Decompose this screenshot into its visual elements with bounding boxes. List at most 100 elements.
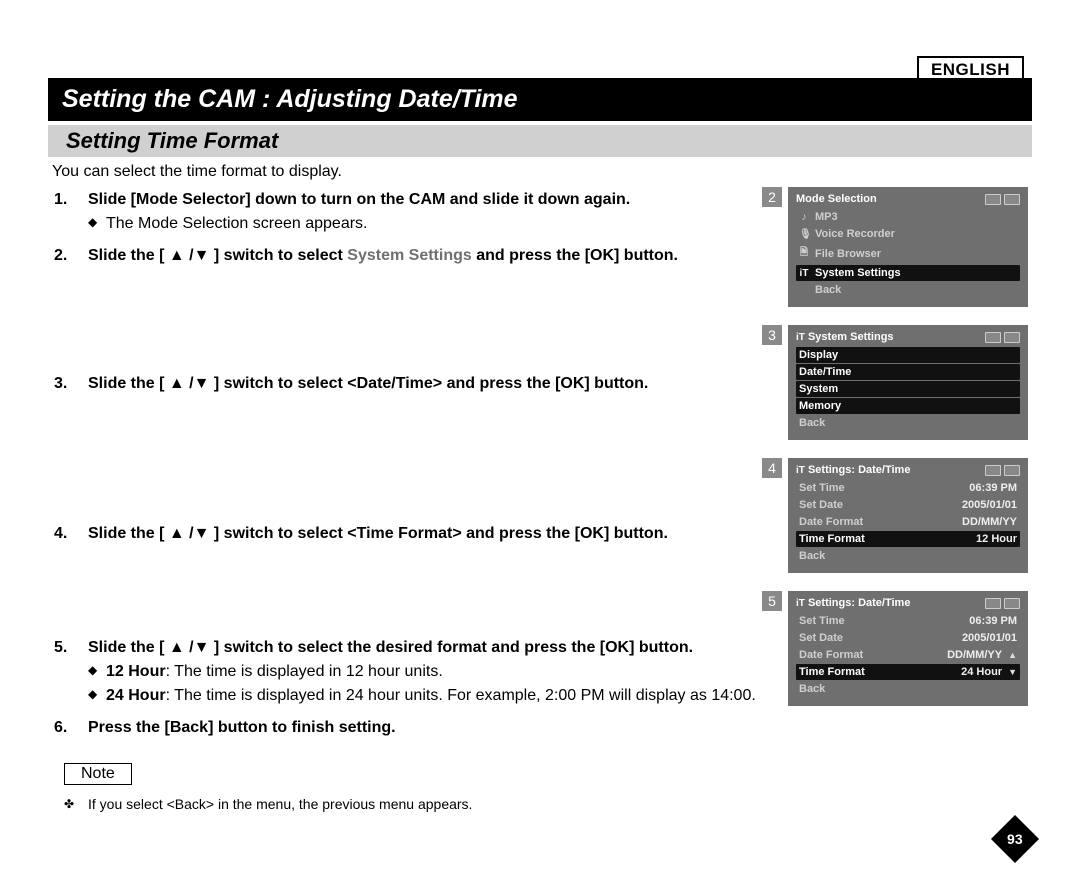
screen-3-title-text: System Settings [808, 331, 894, 343]
step-6: Press the [Back] button to finish settin… [48, 717, 768, 739]
row-label: System [799, 383, 1017, 395]
screen-4-title-text: Settings: Date/Time [808, 464, 911, 476]
chevron-up-icon: ▲ [1008, 650, 1017, 660]
screen-block-3: 3 iT System Settings Display Date/Time S… [788, 325, 1028, 440]
row-label: MP3 [815, 211, 1017, 223]
section-title: Setting Time Format [66, 128, 278, 153]
battery-icon [1004, 332, 1020, 343]
step-1-subs: The Mode Selection screen appears. [88, 213, 768, 235]
row-label: Time Format [799, 533, 970, 545]
step-5-sub-2-text: : The time is displayed in 24 hour units… [166, 687, 756, 704]
note-item: If you select <Back> in the menu, the pr… [64, 795, 1032, 815]
step-2-pt1: Slide the [ ▲ /▼ ] switch to select [88, 247, 347, 264]
screen-2-row-back: Back [796, 282, 1020, 298]
step-3-head: Slide the [ ▲ /▼ ] switch to select <Dat… [88, 375, 648, 392]
row-value: 24 Hour [961, 666, 1002, 678]
screen-4-title: iT Settings: Date/Time [796, 464, 910, 476]
step-5-sub-1: 12 Hour: The time is displayed in 12 hou… [88, 661, 768, 683]
row-label: Date Format [799, 516, 956, 528]
screen-3-row-memory: Memory [796, 398, 1020, 414]
step-5-sub-1-bold: 12 Hour [106, 663, 166, 680]
row-label: Back [799, 417, 1017, 429]
page-number-badge: 93 [991, 815, 1039, 863]
step-4-head: Slide the [ ▲ /▼ ] switch to select <Tim… [88, 525, 668, 542]
settings-icon: iT [796, 332, 805, 343]
step-5-sub-1-text: : The time is displayed in 12 hour units… [166, 663, 443, 680]
storage-icon [985, 332, 1001, 343]
row-label: Back [815, 284, 1017, 296]
screen-3-title: iT System Settings [796, 331, 894, 343]
screen-4-row-setdate: Set Date2005/01/01 [796, 497, 1020, 513]
mic-icon: 🎙 [799, 229, 809, 240]
row-label: Voice Recorder [815, 228, 1017, 240]
step-5-sub-2-bold: 24 Hour [106, 687, 166, 704]
file-icon: 🗎 [799, 245, 809, 262]
step-2-pt3: and press the [OK] button. [472, 247, 678, 264]
row-label: Display [799, 349, 1017, 361]
screen-block-4: 4 iT Settings: Date/Time Set Time06:39 P… [788, 458, 1028, 573]
storage-icon [985, 465, 1001, 476]
content-area: Slide [Mode Selector] down to turn on th… [48, 189, 1032, 814]
screen-number-5: 5 [762, 591, 782, 611]
row-label: Set Time [799, 482, 963, 494]
screen-5-title: iT Settings: Date/Time [796, 597, 910, 609]
row-value: 06:39 PM [969, 482, 1017, 494]
settings-icon: iT [796, 465, 805, 476]
step-5-sub-2: 24 Hour: The time is displayed in 24 hou… [88, 685, 768, 707]
row-value: 06:39 PM [969, 615, 1017, 627]
screen-3-row-datetime: Date/Time [796, 364, 1020, 380]
screen-4-row-back: Back [796, 548, 1020, 564]
row-label: Date/Time [799, 366, 1017, 378]
screen-2: Mode Selection ♪MP3 🎙Voice Recorder 🗎Fil… [788, 187, 1028, 307]
screen-number-4: 4 [762, 458, 782, 478]
manual-page: ENGLISH Setting the CAM : Adjusting Date… [0, 0, 1080, 880]
step-1: Slide [Mode Selector] down to turn on th… [48, 189, 768, 235]
steps-list: Slide [Mode Selector] down to turn on th… [48, 189, 768, 739]
screen-number-3: 3 [762, 325, 782, 345]
row-value: 2005/01/01 [962, 632, 1017, 644]
screen-4-row-dateformat: Date Format DD/MM/YY [796, 514, 1020, 530]
step-6-head: Press the [Back] button to finish settin… [88, 719, 396, 736]
storage-icon [985, 194, 1001, 205]
row-value: DD/MM/YY [947, 649, 1002, 661]
device-screens-column: 2 Mode Selection ♪MP3 🎙Voice Recorder 🗎F… [788, 187, 1028, 724]
screen-block-5: 5 iT Settings: Date/Time Set Time06:39 P… [788, 591, 1028, 706]
step-5: Slide the [ ▲ /▼ ] switch to select the … [48, 637, 768, 706]
screen-4-row-settime: Set Time 06:39 PM [796, 480, 1020, 496]
step-2-head: Slide the [ ▲ /▼ ] switch to select Syst… [88, 247, 678, 264]
screen-5-row-dateformat: Date FormatDD/MM/YY▲ [796, 647, 1020, 663]
screen-3: iT System Settings Display Date/Time Sys… [788, 325, 1028, 440]
screen-4-status-icons [985, 465, 1020, 476]
language-tag: ENGLISH [917, 56, 1024, 84]
row-label: Set Time [799, 615, 963, 627]
row-label: Set Date [799, 499, 956, 511]
step-4: Slide the [ ▲ /▼ ] switch to select <Tim… [48, 523, 768, 627]
row-value: DD/MM/YY [962, 516, 1017, 528]
note-label-box: Note [64, 763, 132, 785]
row-label: Back [799, 683, 1017, 695]
screen-5-row-setdate: Set Date 2005/01/01 [796, 630, 1020, 646]
screen-number-2: 2 [762, 187, 782, 207]
battery-icon [1004, 598, 1020, 609]
step-5-head: Slide the [ ▲ /▼ ] switch to select the … [88, 639, 693, 656]
screen-2-row-mp3: ♪MP3 [796, 209, 1020, 225]
row-value: 12 Hour [976, 533, 1017, 545]
step-3: Slide the [ ▲ /▼ ] switch to select <Dat… [48, 373, 768, 513]
screen-5: iT Settings: Date/Time Set Time06:39 PM … [788, 591, 1028, 706]
row-label: Set Date [799, 632, 956, 644]
row-label: Time Format [799, 666, 955, 678]
battery-icon [1004, 194, 1020, 205]
screen-4: iT Settings: Date/Time Set Time06:39 PM … [788, 458, 1028, 573]
screen-5-title-text: Settings: Date/Time [808, 597, 911, 609]
screen-2-row-file: 🗎File Browser [796, 243, 1020, 264]
screen-3-row-display: Display [796, 347, 1020, 363]
storage-icon [985, 598, 1001, 609]
screen-block-2: 2 Mode Selection ♪MP3 🎙Voice Recorder 🗎F… [788, 187, 1028, 307]
screen-2-row-voice: 🎙 Voice Recorder [796, 226, 1020, 242]
settings-icon: iT [799, 268, 809, 279]
settings-icon: iT [796, 598, 805, 609]
main-title: Setting the CAM : Adjusting Date/Time [62, 85, 518, 113]
row-label: Back [799, 550, 1017, 562]
main-title-bar: Setting the CAM : Adjusting Date/Time [48, 78, 1032, 121]
screen-2-status-icons [985, 194, 1020, 205]
